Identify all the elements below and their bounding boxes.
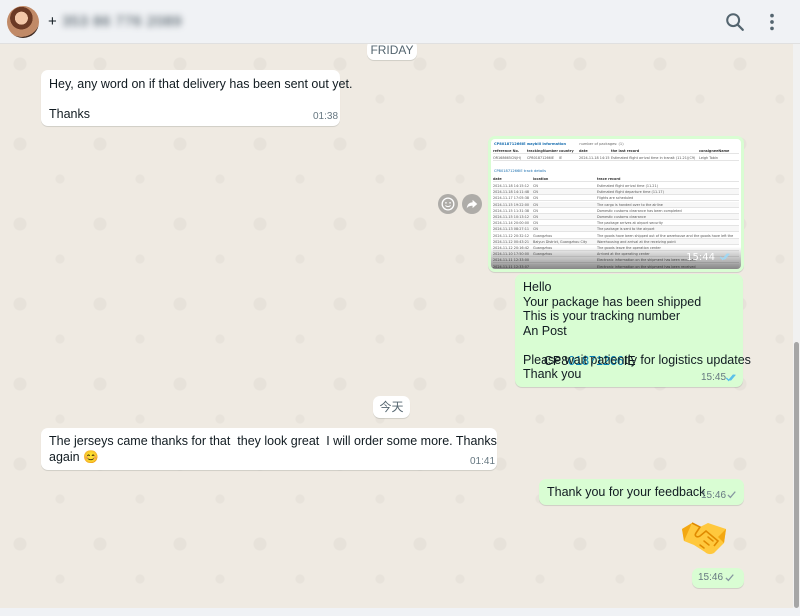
message-time: 01:38 xyxy=(313,111,339,122)
image-track-cell: CN xyxy=(533,202,538,207)
scrollbar-thumb[interactable] xyxy=(794,342,799,608)
message-text-line: Thank you xyxy=(523,367,582,381)
image-track-cell: 2024-11-15 19:22:00 xyxy=(493,202,530,207)
chat-area[interactable]: FRIDAY Hey, any word on if that delivery… xyxy=(0,44,793,608)
image-track-cell: 2024-11-14 20:00:00 xyxy=(493,221,530,226)
image-track-cell: Estimated flight arrival time (11.21) xyxy=(597,184,658,188)
image-track-cell: Domestic customs clearance xyxy=(597,215,646,219)
image-track-cell: 2024-11-17 17:05:38 xyxy=(493,196,530,201)
image-title: CP801871266IE waybill information number… xyxy=(494,142,624,146)
image-track-cell: The cargo is handed over to the airline xyxy=(597,202,663,207)
outgoing-message[interactable]: Hello Your package has been shipped This… xyxy=(515,274,751,387)
image-track-row: 2024-11-12 20:32:12 Guangzhou The goods ha… xyxy=(493,233,739,242)
image-message-time: 15:44 xyxy=(686,252,715,263)
chat-scrollbar[interactable] xyxy=(793,44,800,608)
message-time: 01:41 xyxy=(470,456,496,467)
image-track-cell: CN xyxy=(533,227,538,232)
emoji-message-meta: 15:46 xyxy=(692,568,744,588)
image-track-cell: CN xyxy=(533,215,538,219)
image-track-cell: CN xyxy=(533,208,538,213)
image-track-cell: CN xyxy=(533,184,538,188)
image-track-row: 2024-11-15 19:22:00 CN The cargo is handed… xyxy=(493,201,739,208)
image-track-cell: CN xyxy=(533,221,538,226)
date-divider-friday: FRIDAY xyxy=(367,44,417,60)
incoming-message[interactable]: The jerseys came thanks for that they lo… xyxy=(41,428,497,470)
image-track-row: 2024-11-13 08:27:11 CN The package is sent… xyxy=(493,226,739,233)
image-track-cell: 2024-11-13 08:27:11 xyxy=(493,227,530,232)
contact-number: 353 86 776 2089 xyxy=(61,13,183,30)
image-track-cell: 2024-11-15 10:13:12 xyxy=(493,215,530,219)
read-receipt-icon xyxy=(719,253,730,261)
image-track-row: 2024-11-14 20:00:00 CN The package arrives… xyxy=(493,220,739,227)
image-track-cell: Domestic customs clearance has been comp… xyxy=(597,208,682,213)
forward-icon xyxy=(466,199,478,209)
contact-prefix: + xyxy=(48,13,58,30)
image-section-title: CP801871266IE track details xyxy=(494,169,546,173)
chat-header: + 353 86 776 2089 xyxy=(0,0,800,44)
image-track-cell: Guangzhou xyxy=(533,233,553,238)
image-track-row: 2024-11-18 14:11:48 CN Estimated flight de… xyxy=(493,189,739,196)
image-track-row: 2024-11-12 00:43:21 Baiyun District, Guan… xyxy=(493,238,739,245)
image-track-row: 2024-11-15 11:31:38 CN Domestic customs cl… xyxy=(493,208,739,214)
image-track-cell: 2024-11-12 20:32:12 xyxy=(493,233,530,238)
image-track-cell: 2024-11-18 14:11:48 xyxy=(493,190,530,195)
image-track-row: 2024-11-15 10:13:12 CN Domestic customs cl… xyxy=(493,214,739,220)
image-track-cell: The package is sent to the airport xyxy=(597,227,655,232)
image-track-cell: The package arrives at airport security xyxy=(597,221,663,226)
image-track-row: 2024-11-17 17:05:38 CN Flights are schedul… xyxy=(493,195,739,202)
image-track-cell: Flights are scheduled xyxy=(597,196,634,201)
image-track-cell: 2024-11-18 14:15:12 xyxy=(493,184,530,188)
image-track-cell: 2024-11-12 00:43:21 xyxy=(493,239,530,244)
message-text-line: Hey, any word on if that delivery has be… xyxy=(49,77,353,91)
contact-avatar[interactable] xyxy=(7,6,39,38)
message-text-line: Thanks xyxy=(49,107,90,121)
delivered-receipt-icon xyxy=(727,491,736,499)
tracking-screenshot-image[interactable]: CP801871266IE waybill information number… xyxy=(491,139,741,269)
outgoing-image-message[interactable]: CP801871266IE waybill information number… xyxy=(488,136,744,272)
message-time: 15:46 xyxy=(701,490,727,501)
smiley-icon xyxy=(441,197,455,211)
more-vertical-icon[interactable] xyxy=(761,11,783,33)
emoji-reaction-button[interactable] xyxy=(438,194,458,214)
message-text-line: Thank you for your feedback xyxy=(547,485,706,499)
image-track-cell: Estimated flight departure time (11.17) xyxy=(597,190,664,195)
image-header-row: reference No. trackingNumber country dat… xyxy=(493,148,739,154)
message-text-line: again 😊 xyxy=(49,450,99,464)
date-divider-today: 今天 xyxy=(373,396,410,418)
image-track-cell: Warehousing and arrival at the receiving… xyxy=(597,239,676,244)
message-text-line: The jerseys came thanks for that they lo… xyxy=(49,434,497,448)
image-data-row: OR168665CN(H) CP801871266IE IE 2024-11-1… xyxy=(493,155,739,161)
read-receipt-icon xyxy=(725,374,736,382)
image-track-cell: Baiyun District, Guangzhou City xyxy=(533,239,588,244)
image-track-cell: CN xyxy=(533,190,538,195)
image-track-cell: 2024-11-15 11:31:38 xyxy=(493,208,530,213)
search-icon[interactable] xyxy=(724,11,746,33)
handshake-emoji-icon[interactable] xyxy=(680,515,728,559)
delivered-receipt-icon xyxy=(725,574,734,582)
forward-button[interactable] xyxy=(462,194,482,214)
outgoing-message[interactable]: Thank you for your feedback 15:46 xyxy=(539,479,744,505)
composer-edge xyxy=(0,608,800,616)
image-track-row: 2024-11-18 14:15:12 CN Estimated flight ar… xyxy=(493,183,739,189)
contact-name[interactable]: + 353 86 776 2089 xyxy=(48,13,182,30)
message-time: 15:46 xyxy=(698,572,724,583)
incoming-message[interactable]: Hey, any word on if that delivery has be… xyxy=(41,70,352,126)
image-track-header: date location trace record xyxy=(493,176,739,182)
image-track-cell: CN xyxy=(533,196,538,201)
message-time: 15:45 xyxy=(701,372,727,383)
